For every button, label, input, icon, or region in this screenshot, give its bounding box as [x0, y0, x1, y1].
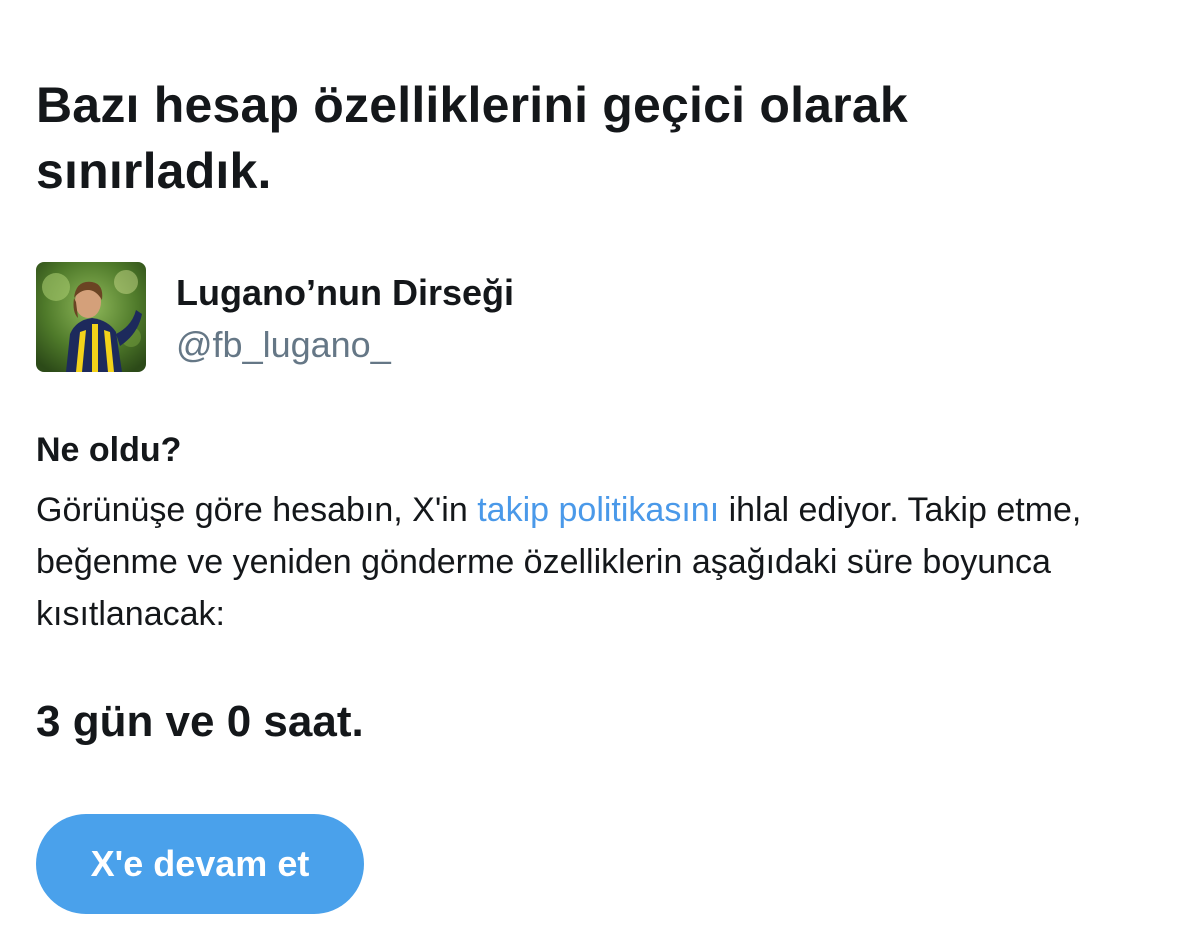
page-title: Bazı hesap özelliklerini geçici olarak s…: [36, 77, 908, 199]
restriction-description: Görünüşe göre hesabın, X'in takip politi…: [36, 484, 1176, 640]
account-card: Lugano’nun Dirseği @fb_lugano_: [36, 262, 936, 374]
username-handle: @fb_lugano_: [176, 324, 391, 365]
restriction-duration: 3 gün ve 0 saat.: [36, 697, 364, 746]
user-photo-icon: [36, 262, 146, 372]
follow-policy-link[interactable]: takip politikasını: [477, 491, 719, 529]
continue-to-x-button[interactable]: X'e devam et: [36, 814, 364, 914]
avatar: [36, 262, 146, 372]
display-name: Lugano’nun Dirseği: [176, 272, 514, 313]
description-text-start: Görünüşe göre hesabın, X'in: [36, 491, 478, 529]
section-heading: Ne oldu?: [36, 431, 182, 469]
